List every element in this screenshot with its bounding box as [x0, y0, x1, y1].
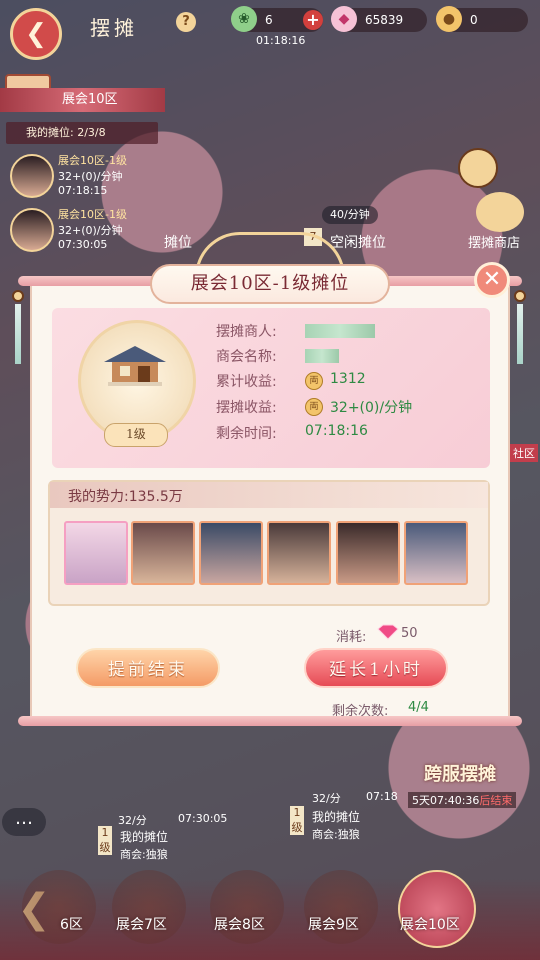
- gem-icon: [377, 624, 399, 640]
- stall-name[interactable]: 我的摊位: [312, 808, 360, 825]
- hero-portrait[interactable]: [336, 521, 400, 585]
- total-income-value: 1312: [330, 371, 366, 387]
- zone-tab[interactable]: 展会7区: [116, 914, 167, 934]
- stall-time: 07:30:05: [178, 812, 228, 825]
- close-icon: ✕: [482, 267, 502, 292]
- rate-pill: 40/分钟: [322, 206, 378, 224]
- chat-bubble-icon: …: [15, 808, 33, 829]
- coin-icon: 両: [305, 398, 323, 416]
- cost-value: 50: [401, 626, 418, 641]
- time-left-label: 剩余时间:: [216, 426, 277, 442]
- coin-icon: 両: [305, 372, 323, 390]
- avatar: [10, 154, 54, 198]
- hero-portrait[interactable]: [404, 521, 468, 585]
- stall-building-icon: [104, 346, 166, 386]
- idle-stall-label[interactable]: 空闲摊位: [330, 232, 386, 252]
- total-income-label: 累计收益:: [216, 374, 277, 390]
- stall-guild: 商会:独狼: [312, 828, 360, 841]
- remaining-count-value: 4/4: [408, 700, 429, 715]
- stall-income-label: 摆摊收益:: [216, 400, 277, 416]
- stall-shop-button[interactable]: 摆摊商店: [468, 232, 520, 251]
- hero-portrait[interactable]: [267, 521, 331, 585]
- help-button[interactable]: ?: [176, 12, 196, 32]
- extend-hour-button[interactable]: 延长1小时: [304, 648, 448, 688]
- tassel-decoration: [514, 290, 526, 380]
- countdown-timer: 01:18:16: [256, 34, 306, 47]
- list-item[interactable]: 展会10区-1级 32+(0)/分钟 07:18:15: [6, 146, 158, 206]
- stall-level: 1级: [98, 826, 112, 855]
- hero-portrait[interactable]: [64, 521, 128, 585]
- stall-time: 07:18: [366, 790, 398, 803]
- zone-icon: [22, 870, 96, 944]
- zone-tab[interactable]: 6区: [60, 914, 83, 934]
- social-button[interactable]: 社区: [510, 444, 538, 462]
- stall-guild: 商会:独狼: [120, 848, 168, 861]
- merchant-label: 摆摊商人:: [216, 324, 277, 340]
- zone-tab-active[interactable]: 展会10区: [400, 914, 460, 934]
- dialog-bottom-rail: [18, 716, 522, 726]
- guild-name-redacted: [305, 349, 339, 363]
- page-title: 摆摊: [90, 16, 138, 40]
- time-left-value: 07:18:16: [305, 423, 368, 439]
- remaining-count-label: 剩余次数:: [332, 704, 389, 719]
- token-counter: ● 0: [436, 6, 528, 32]
- gem-counter: ◆ 65839: [331, 6, 427, 32]
- hero-portrait[interactable]: [199, 521, 263, 585]
- stall-level: 1级: [290, 806, 304, 835]
- cross-server-stall-button[interactable]: 跨服摆摊: [424, 760, 496, 786]
- zone-tab[interactable]: 展会9区: [308, 914, 359, 934]
- stall-rate: 32/分: [118, 814, 147, 827]
- stall-name[interactable]: 我的摊位: [120, 828, 168, 845]
- back-button[interactable]: ❮: [10, 8, 62, 60]
- list-item[interactable]: 展会10区-1级 32+(0)/分钟 07:30:05: [6, 200, 158, 260]
- stall-rate: 32/分: [312, 792, 341, 805]
- chat-button[interactable]: …: [2, 808, 46, 836]
- cross-server-timer: 5天07:40:36后结束: [408, 792, 517, 808]
- close-button[interactable]: ✕: [474, 262, 510, 298]
- dialog-title: 展会10区-1级摊位: [150, 264, 390, 304]
- coin-pouch-icon: ●: [436, 6, 462, 32]
- merchant-name-redacted: [305, 324, 375, 338]
- cost-label: 消耗:: [336, 630, 367, 645]
- scale-icon[interactable]: [476, 192, 524, 232]
- my-stalls-header: 我的摊位: 2/3/8: [6, 122, 158, 144]
- tassel-decoration: [12, 290, 24, 380]
- leaf-icon: ❀: [231, 6, 257, 32]
- stall-label: 摊位: [164, 235, 192, 251]
- avatar: [10, 208, 54, 252]
- hero-portrait[interactable]: [131, 521, 195, 585]
- hall-tab[interactable]: 展会10区: [0, 88, 165, 112]
- level-badge: 1级: [104, 423, 168, 447]
- guild-label: 商会名称:: [216, 349, 277, 365]
- gem-icon: ◆: [331, 6, 357, 32]
- add-energy-button[interactable]: +: [303, 10, 323, 30]
- merchant-avatar-icon[interactable]: [458, 148, 498, 188]
- end-early-button[interactable]: 提前结束: [76, 648, 220, 688]
- power-text: 我的势力:135.5万: [68, 489, 183, 505]
- back-arrow-icon: ❮: [25, 19, 47, 49]
- zone-tab[interactable]: 展会8区: [214, 914, 265, 934]
- zone-icon-active: [398, 870, 476, 948]
- stall-income-value: 32+(0)/分钟: [330, 400, 413, 416]
